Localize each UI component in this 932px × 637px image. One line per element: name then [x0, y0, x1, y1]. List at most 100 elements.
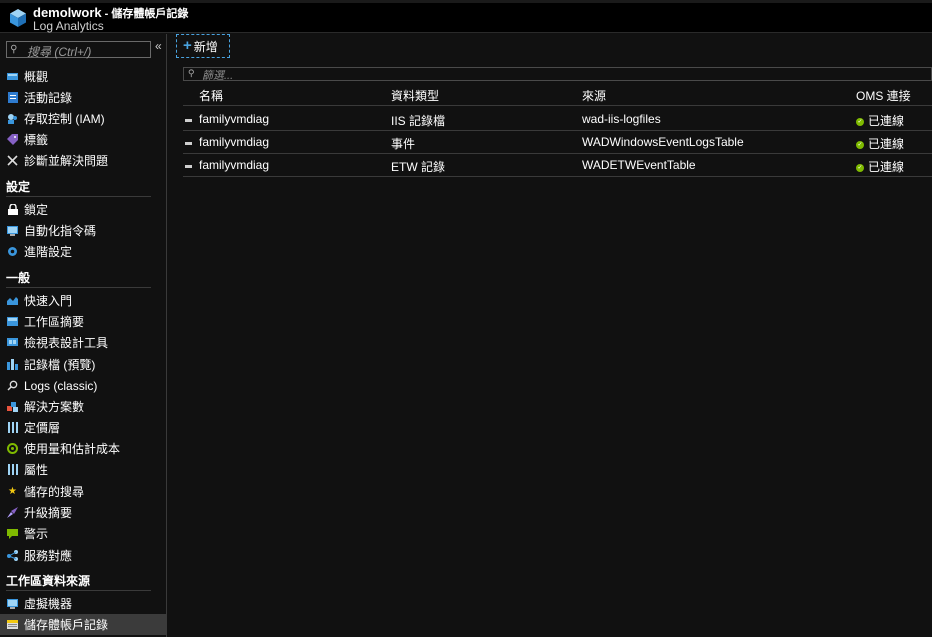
column-header-source[interactable]: 來源 [582, 87, 606, 104]
sidebar-item-view-designer[interactable]: 檢視表設計工具 [0, 332, 167, 353]
column-header-name[interactable]: 名稱 [199, 87, 223, 104]
cell-data-type: IIS 記錄檔 [391, 114, 446, 128]
sidebar-item-label: 虛擬機器 [24, 597, 73, 611]
sidebar-search-input[interactable]: ⚲ 搜尋 (Ctrl+/) [6, 41, 151, 59]
sidebar-item-virtual-machines[interactable]: 虛擬機器 [0, 593, 167, 614]
logs-preview-icon [7, 359, 18, 370]
gear-icon [7, 246, 18, 257]
cell-name: familyvmdiag [199, 112, 270, 126]
column-header-oms-connection[interactable]: OMS 連接 [856, 87, 911, 104]
sidebar-item-diagnose[interactable]: 診斷並解決問題 [0, 150, 167, 171]
sidebar-item-label: 升級摘要 [24, 506, 73, 520]
sidebar-item-label: 屬性 [24, 463, 49, 477]
cell-source: WADWindowsEventLogsTable [582, 135, 744, 149]
sidebar-item-label: 鎖定 [24, 203, 49, 217]
cell-data-type: 事件 [391, 137, 416, 151]
search-icon: ⚲ [10, 44, 18, 55]
sidebar-item-label: 概觀 [24, 70, 49, 84]
vm-icon [7, 598, 18, 609]
iam-icon [7, 113, 18, 124]
sidebar-item-overview[interactable]: 概觀 [0, 66, 167, 87]
storage-row-icon [185, 142, 192, 145]
cell-status: ✓ 已連線 [856, 135, 904, 152]
sidebar-item-storage-account-logs[interactable]: 儲存體帳戶記錄 [0, 614, 167, 635]
table-row[interactable]: familyvmdiag 事件 WADWindowsEventLogsTable… [183, 131, 932, 154]
sidebar-item-pricing-tier[interactable]: 定價層 [0, 417, 167, 438]
cell-status: ✓ 已連線 [856, 112, 904, 129]
alert-icon [7, 528, 18, 539]
overview-icon [7, 71, 18, 82]
cell-source: WADETWEventTable [582, 158, 696, 172]
wrench-icon [7, 155, 18, 166]
view-designer-icon [7, 337, 18, 348]
add-button-label: 新增 [193, 39, 218, 54]
section-header-settings: 設定 [6, 177, 151, 197]
activity-log-icon [7, 92, 18, 103]
rocket-icon [7, 507, 18, 518]
connected-check-icon: ✓ [856, 140, 864, 149]
properties-icon [7, 464, 18, 475]
sidebar-item-label: 儲存的搜尋 [24, 485, 85, 499]
sidebar-item-service-map[interactable]: 服務對應 [0, 545, 167, 566]
service-map-icon [7, 550, 18, 561]
status-text: 已連線 [868, 114, 905, 128]
sidebar-item-usage[interactable]: 使用量和估計成本 [0, 438, 167, 459]
sidebar-item-saved-searches[interactable]: ★ 儲存的搜尋 [0, 481, 167, 502]
sidebar-item-automation[interactable]: 自動化指令碼 [0, 220, 167, 241]
sidebar-item-tags[interactable]: 標籤 [0, 129, 167, 150]
sidebar-item-logs-classic[interactable]: Logs (classic) [0, 375, 167, 396]
sidebar-item-workspace-summary[interactable]: 工作區摘要 [0, 311, 167, 332]
search-icon [7, 380, 18, 391]
table-row[interactable]: familyvmdiag ETW 記錄 WADETWEventTable ✓ 已… [183, 154, 932, 177]
sidebar: ⚲ 搜尋 (Ctrl+/) « 概觀 活動記錄 存取控制 (IAM) 標籤 診斷… [0, 34, 167, 637]
table-header: 名稱 資料類型 來源 OMS 連接 [183, 83, 932, 106]
lock-icon [7, 204, 18, 215]
workspace-name: demolwork [33, 5, 102, 20]
sidebar-item-label: 使用量和估計成本 [24, 442, 121, 456]
tag-icon [7, 134, 18, 145]
sidebar-item-quickstart[interactable]: 快速入門 [0, 290, 167, 311]
sidebar-item-locks[interactable]: 鎖定 [0, 199, 167, 220]
storage-icon [7, 619, 18, 630]
sidebar-item-label: 服務對應 [24, 549, 73, 563]
column-header-data-type[interactable]: 資料類型 [391, 87, 439, 104]
plus-icon: + [183, 37, 192, 54]
add-button[interactable]: + 新增 [176, 34, 230, 58]
collapse-sidebar-button[interactable]: « [155, 39, 162, 53]
sidebar-item-label: 定價層 [24, 421, 61, 435]
sidebar-item-upgrade-summary[interactable]: 升級摘要 [0, 502, 167, 523]
sidebar-item-alerts[interactable]: 警示 [0, 523, 167, 544]
page-subtitle: Log Analytics [33, 19, 104, 33]
workspace-summary-icon [7, 316, 18, 327]
command-bar: + 新增 [168, 34, 932, 58]
cell-data-type: ETW 記錄 [391, 160, 445, 174]
sidebar-item-activity-log[interactable]: 活動記錄 [0, 87, 167, 108]
sidebar-item-iam[interactable]: 存取控制 (IAM) [0, 108, 167, 129]
connected-check-icon: ✓ [856, 117, 864, 126]
usage-icon [7, 443, 18, 454]
filter-input[interactable]: ⚲ 篩選... [183, 67, 932, 82]
cell-source: wad-iis-logfiles [582, 112, 661, 126]
storage-row-icon [185, 119, 192, 122]
storage-row-icon [185, 165, 192, 168]
sidebar-item-label: 活動記錄 [24, 91, 73, 105]
pricing-icon [7, 422, 18, 433]
sidebar-item-label: 快速入門 [24, 294, 73, 308]
sidebar-item-label: 儲存體帳戶記錄 [24, 618, 109, 632]
sidebar-item-label: 進階設定 [24, 245, 73, 259]
sidebar-item-label: 警示 [24, 527, 49, 541]
section-header-general: 一般 [6, 268, 151, 288]
table-row[interactable]: familyvmdiag IIS 記錄檔 wad-iis-logfiles ✓ … [183, 108, 932, 131]
sidebar-item-label: 標籤 [24, 133, 49, 147]
search-placeholder: 搜尋 (Ctrl+/) [27, 45, 92, 59]
quickstart-icon [7, 295, 18, 306]
sidebar-item-advanced-settings[interactable]: 進階設定 [0, 241, 167, 262]
sidebar-item-properties[interactable]: 屬性 [0, 459, 167, 480]
sidebar-item-logs-preview[interactable]: 記錄檔 (預覽) [0, 354, 167, 375]
status-text: 已連線 [868, 137, 905, 151]
sidebar-item-solutions[interactable]: 解決方案數 [0, 396, 167, 417]
sidebar-item-label: 檢視表設計工具 [24, 336, 109, 350]
sidebar-item-label: 自動化指令碼 [24, 224, 97, 238]
cell-name: familyvmdiag [199, 135, 270, 149]
sidebar-item-label: 解決方案數 [24, 400, 85, 414]
